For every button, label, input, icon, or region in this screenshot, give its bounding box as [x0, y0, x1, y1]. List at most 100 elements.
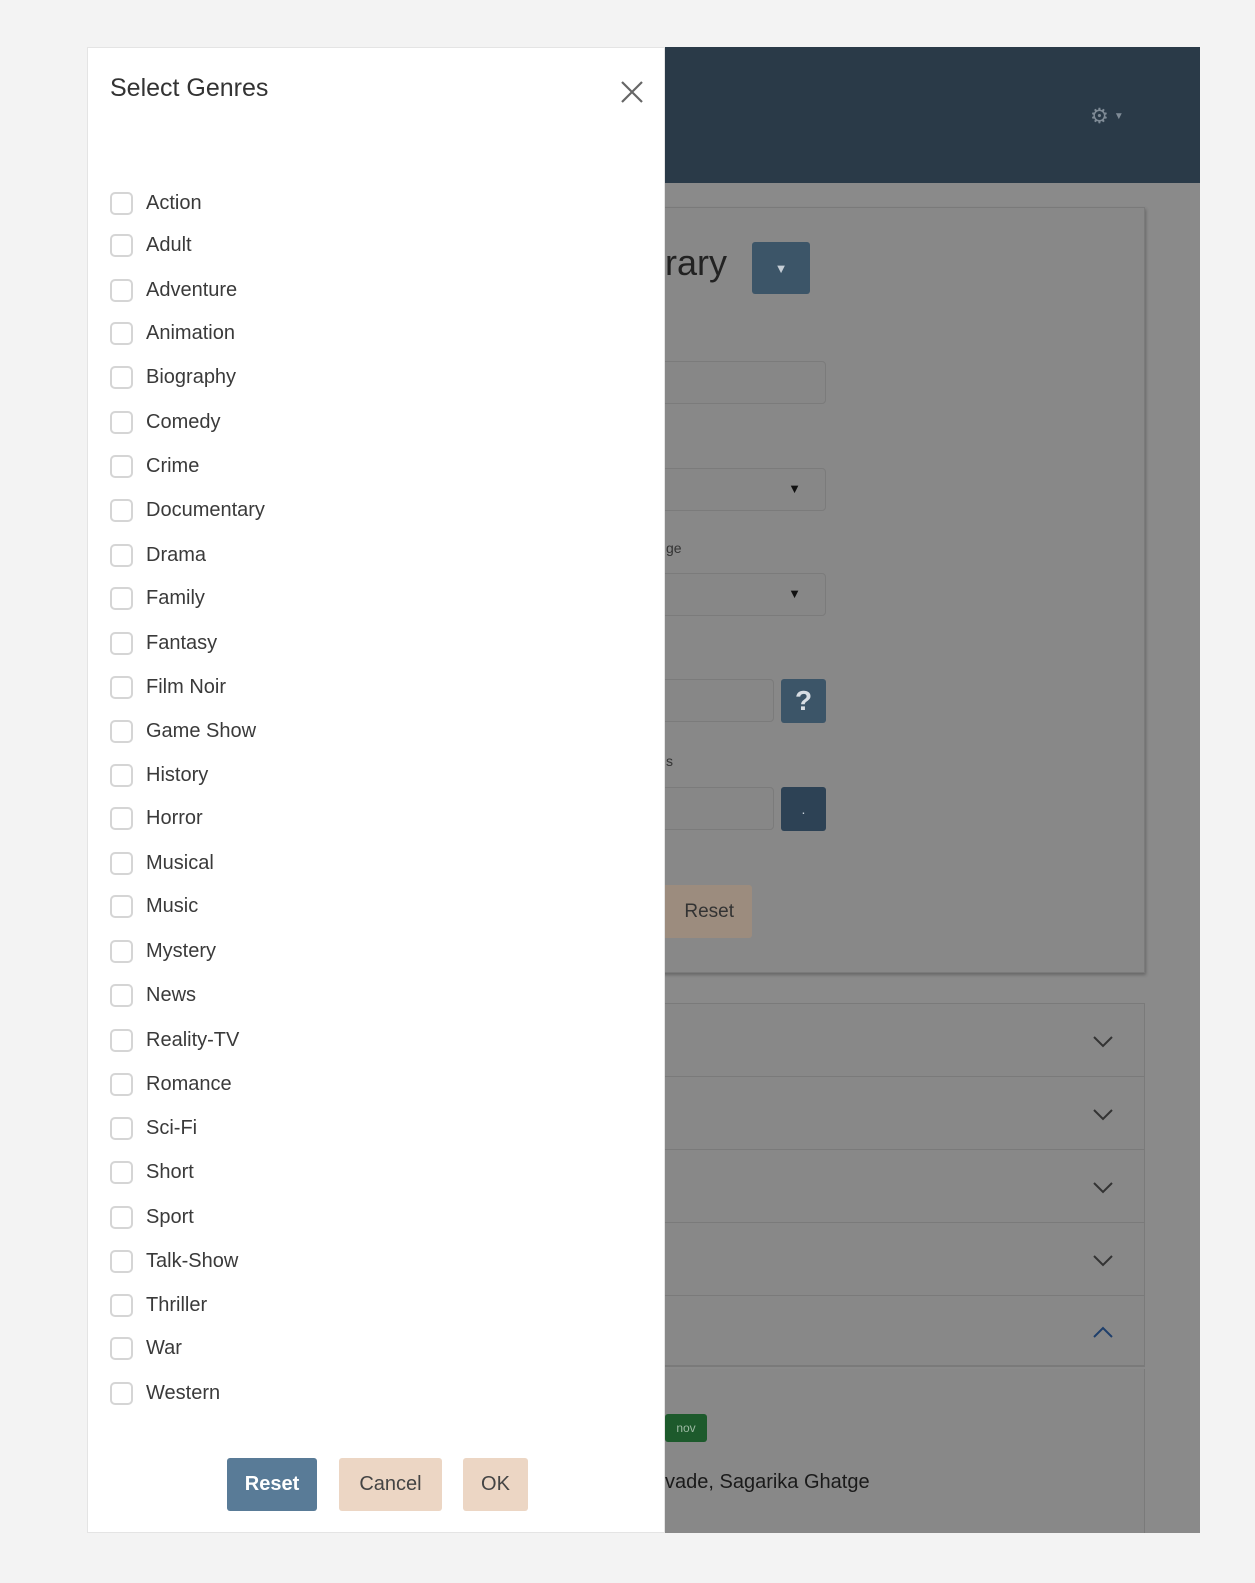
accordion-content: [647, 1369, 1145, 1533]
genre-checkbox[interactable]: [110, 1293, 133, 1317]
genre-checkbox[interactable]: [110, 410, 133, 434]
genre-option[interactable]: Film Noir: [110, 672, 226, 702]
genre-checkbox[interactable]: [110, 1072, 133, 1096]
chevron-down-icon: [1093, 1255, 1113, 1267]
genre-option[interactable]: News: [110, 980, 196, 1010]
genre-option[interactable]: Comedy: [110, 407, 220, 437]
genre-checkbox[interactable]: [110, 1249, 133, 1273]
genre-checkbox[interactable]: [110, 675, 133, 699]
chevron-down-icon: [1093, 1182, 1113, 1194]
genre-option[interactable]: Mystery: [110, 936, 216, 966]
select-genres-modal: Select Genres Action Adult Adventure Animat…: [87, 47, 665, 1533]
accordion: [647, 1003, 1145, 1367]
genre-label: Biography: [146, 365, 237, 388]
genre-option[interactable]: Talk-Show: [110, 1246, 238, 1276]
genre-checkbox[interactable]: [110, 365, 133, 389]
genre-option[interactable]: Drama: [110, 540, 206, 570]
genre-option[interactable]: Romance: [110, 1069, 232, 1099]
genre-checkbox[interactable]: [110, 191, 133, 215]
library-title: rary: [665, 242, 727, 283]
accordion-row[interactable]: [648, 1077, 1144, 1150]
gear-icon[interactable]: ⚙ ▼: [1090, 104, 1132, 128]
genre-option[interactable]: Fantasy: [110, 628, 217, 658]
genre-option[interactable]: Documentary: [110, 495, 265, 525]
genre-checkbox[interactable]: [110, 498, 133, 522]
genre-checkbox[interactable]: [110, 983, 133, 1007]
genre-checkbox[interactable]: [110, 1116, 133, 1140]
genre-label: Short: [146, 1160, 194, 1183]
genre-label: Mystery: [146, 939, 216, 962]
genre-label: War: [146, 1336, 182, 1359]
genre-option[interactable]: Music: [110, 891, 198, 921]
genre-checkbox[interactable]: [110, 586, 133, 610]
genre-checkbox[interactable]: [110, 939, 133, 963]
genre-label: Animation: [146, 321, 235, 344]
genre-checkbox[interactable]: [110, 719, 133, 743]
genre-checkbox[interactable]: [110, 1336, 133, 1360]
chevron-down-icon: [1093, 1036, 1113, 1048]
genre-option[interactable]: Action: [110, 188, 202, 218]
genre-option[interactable]: Thriller: [110, 1290, 207, 1320]
genre-checkbox[interactable]: [110, 321, 133, 345]
genre-option[interactable]: Horror: [110, 803, 203, 833]
genre-option[interactable]: War: [110, 1333, 182, 1363]
genre-option[interactable]: History: [110, 760, 208, 790]
genre-label: Thriller: [146, 1293, 208, 1316]
genre-option[interactable]: Western: [110, 1378, 220, 1408]
genre-label: Adult: [146, 233, 192, 256]
genre-checkbox[interactable]: [110, 543, 133, 567]
accordion-row[interactable]: [648, 1004, 1144, 1077]
genre-option[interactable]: Adult: [110, 230, 192, 260]
genre-label: Drama: [146, 543, 207, 566]
genre-checkbox[interactable]: [110, 1160, 133, 1184]
genre-label: Western: [146, 1381, 221, 1404]
genre-checkbox[interactable]: [110, 806, 133, 830]
select-field[interactable]: ▼: [642, 468, 826, 511]
genre-option[interactable]: Animation: [110, 318, 235, 348]
genre-option[interactable]: Game Show: [110, 716, 256, 746]
browse-button[interactable]: .: [781, 787, 826, 831]
genre-option[interactable]: Short: [110, 1157, 194, 1187]
genre-option[interactable]: Adventure: [110, 275, 237, 305]
field-label: s: [666, 753, 673, 769]
search-input[interactable]: [642, 361, 826, 404]
genre-option[interactable]: Reality-TV: [110, 1025, 239, 1055]
genre-checkbox[interactable]: [110, 894, 133, 918]
genre-label: Action: [146, 191, 202, 214]
caret-down-icon: ▼: [788, 586, 801, 601]
genre-option[interactable]: Sport: [110, 1202, 194, 1232]
genre-label: Horror: [146, 806, 203, 829]
library-dropdown-button[interactable]: ▼: [752, 242, 810, 294]
reset-button[interactable]: Reset: [227, 1458, 317, 1511]
genre-option[interactable]: Biography: [110, 362, 236, 392]
genre-label: Documentary: [146, 498, 265, 521]
caret-down-icon: ▼: [788, 481, 801, 496]
genre-checkbox[interactable]: [110, 1028, 133, 1052]
genre-label: Game Show: [146, 719, 257, 742]
genre-checkbox[interactable]: [110, 278, 133, 302]
close-icon[interactable]: [618, 78, 646, 106]
genre-checkbox[interactable]: [110, 631, 133, 655]
field-label: ge: [666, 540, 682, 556]
genre-label: Sport: [146, 1205, 194, 1228]
help-button[interactable]: ?: [781, 679, 826, 723]
genre-option[interactable]: Family: [110, 583, 205, 613]
genre-checkbox[interactable]: [110, 1205, 133, 1229]
genre-label: Sci-Fi: [146, 1116, 198, 1139]
ok-button[interactable]: OK: [463, 1458, 528, 1511]
genre-label: Fantasy: [146, 631, 218, 654]
genre-option[interactable]: Musical: [110, 848, 214, 878]
accordion-row[interactable]: [648, 1296, 1144, 1366]
accordion-row[interactable]: [648, 1223, 1144, 1296]
genre-option[interactable]: Crime: [110, 451, 199, 481]
format-badge: nov: [665, 1414, 707, 1442]
genre-checkbox[interactable]: [110, 851, 133, 875]
genre-checkbox[interactable]: [110, 763, 133, 787]
genre-checkbox[interactable]: [110, 1381, 133, 1405]
select-field[interactable]: ▼: [642, 573, 826, 616]
genre-checkbox[interactable]: [110, 454, 133, 478]
genre-checkbox[interactable]: [110, 233, 133, 257]
accordion-row[interactable]: [648, 1150, 1144, 1223]
genre-option[interactable]: Sci-Fi: [110, 1113, 197, 1143]
cancel-button[interactable]: Cancel: [339, 1458, 442, 1511]
